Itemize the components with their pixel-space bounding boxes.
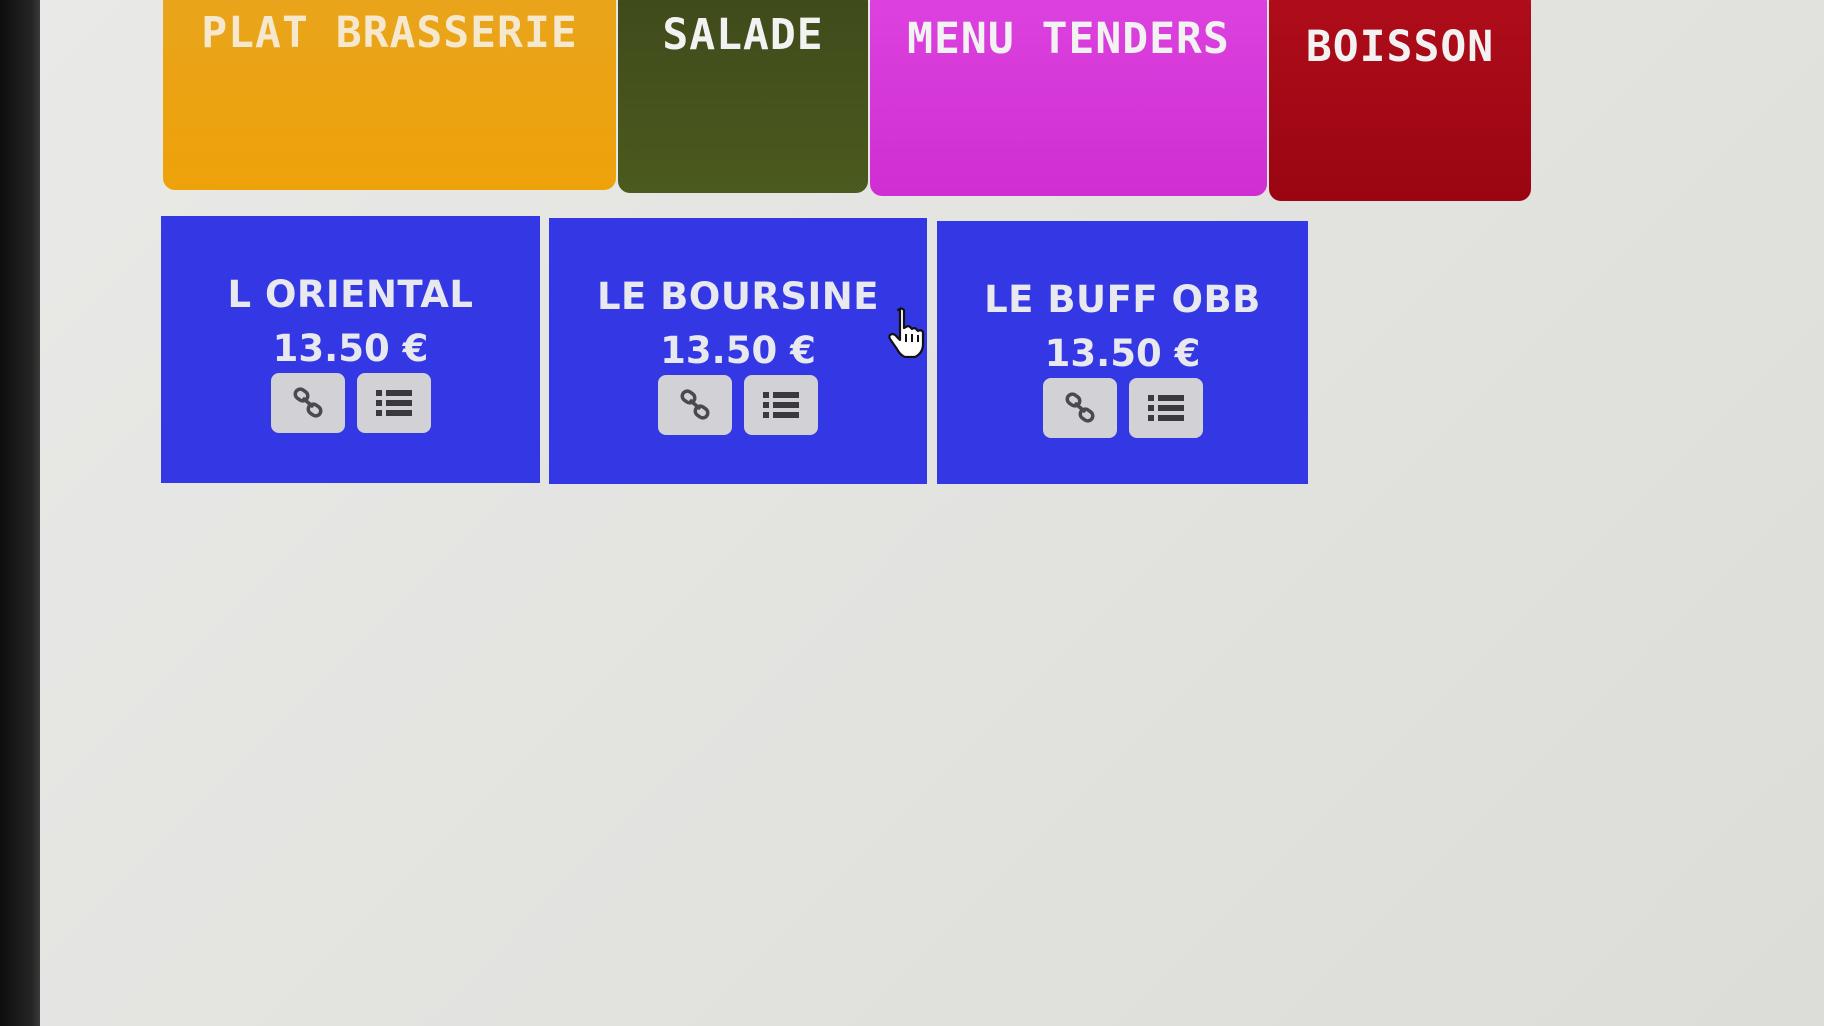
list-button[interactable]	[1128, 378, 1203, 438]
link-button[interactable]	[270, 373, 345, 433]
list-button[interactable]	[744, 375, 818, 435]
product-price: 13.50 €	[272, 327, 429, 370]
product-name: LE BOURSINE	[596, 275, 880, 318]
product-tile-le-buff-obb[interactable]: LE BUFF OBB 13.50 €	[937, 221, 1308, 484]
category-salade[interactable]: SALADE	[618, 0, 868, 193]
hand-pointer-icon	[888, 307, 925, 358]
product-tile-l-oriental[interactable]: L ORIENTAL 13.50 €	[161, 216, 540, 483]
link-icon	[1065, 392, 1094, 423]
product-price: 13.50 €	[660, 329, 816, 372]
list-icon	[1147, 395, 1184, 421]
list-icon	[375, 390, 412, 416]
product-name: LE BUFF OBB	[984, 278, 1261, 321]
product-actions	[161, 373, 540, 433]
list-button[interactable]	[356, 373, 431, 433]
category-menu-tenders[interactable]: MENU TENDERS	[870, 0, 1267, 196]
category-plat-brasserie[interactable]: PLAT BRASSERIE	[163, 0, 616, 190]
product-tile-le-boursine[interactable]: LE BOURSINE 13.50 €	[549, 218, 927, 484]
category-boisson[interactable]: BOISSON	[1269, 0, 1531, 201]
product-name: L ORIENTAL	[227, 273, 474, 316]
product-actions	[937, 378, 1308, 438]
list-icon	[763, 392, 799, 418]
link-button[interactable]	[658, 375, 732, 435]
product-price: 13.50 €	[1044, 332, 1201, 375]
link-icon	[293, 387, 322, 418]
product-actions	[549, 375, 927, 435]
link-button[interactable]	[1042, 378, 1117, 438]
device-bezel	[0, 0, 40, 1026]
pos-screen: PLAT BRASSERIE SALADE MENU TENDERS BOISS…	[40, 0, 1824, 1026]
link-icon	[680, 389, 710, 420]
